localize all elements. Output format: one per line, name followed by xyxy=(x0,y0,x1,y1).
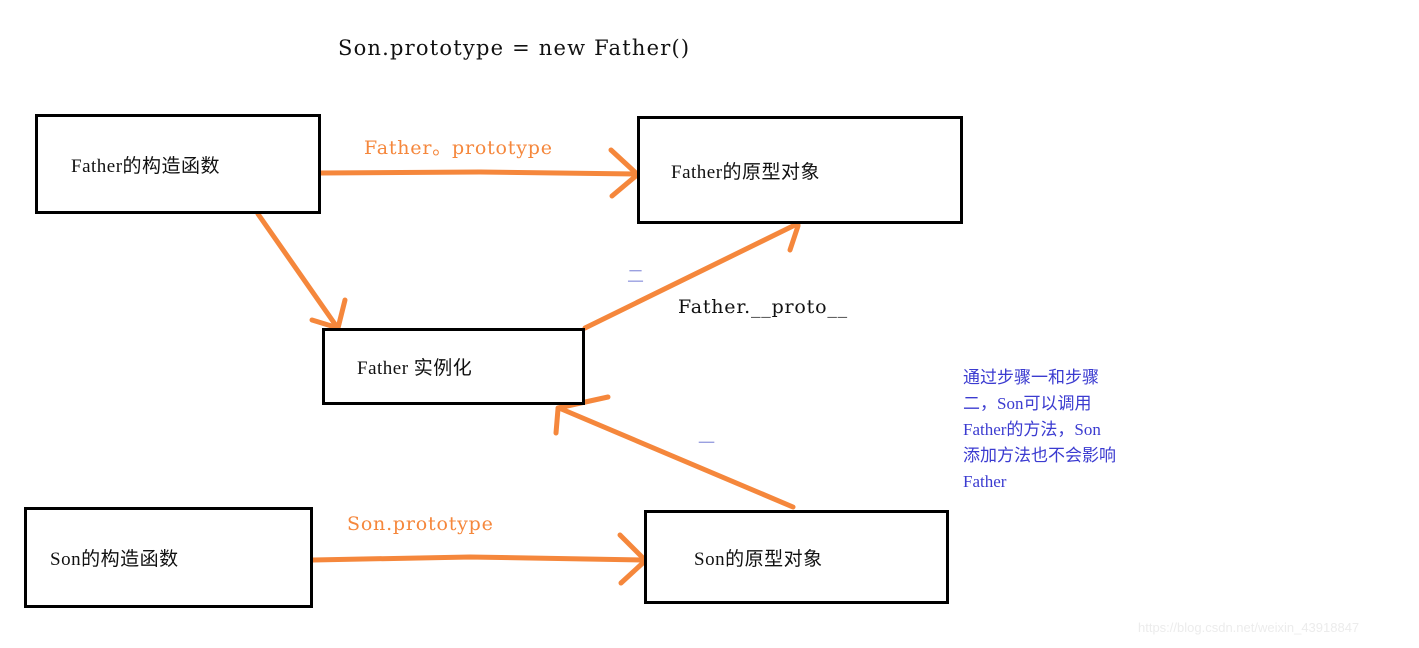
step-marker-two: 二 xyxy=(627,267,644,286)
arrow-new-father xyxy=(255,211,348,331)
edge-label-son-prototype: Son.prototype xyxy=(347,513,494,535)
node-son-prototype-label: Son的原型对象 xyxy=(694,548,823,570)
explanation-note: 通过步骤一和步骤 二，Son可以调用 Father的方法，Son 添加方法也不会… xyxy=(963,365,1145,495)
node-father-prototype[interactable]: Father的原型对象 xyxy=(637,116,963,224)
arrow-son-instance xyxy=(553,394,796,510)
edge-label-father-proto: Father.__proto__ xyxy=(678,296,848,318)
watermark: https://blog.csdn.net/weixin_43918847 xyxy=(1138,620,1360,635)
diagram-canvas: Son.prototype = new Father() Father的构造函数… xyxy=(0,0,1419,648)
node-son-prototype[interactable]: Son的原型对象 xyxy=(644,510,949,604)
diagram-title: Son.prototype = new Father() xyxy=(338,36,691,60)
note-line-4: 添加方法也不会影响 xyxy=(963,446,1116,465)
node-father-prototype-label: Father的原型对象 xyxy=(671,161,821,183)
arrow-son-prototype xyxy=(310,532,648,586)
node-father-constructor-label: Father的构造函数 xyxy=(71,155,221,177)
node-son-constructor[interactable]: Son的构造函数 xyxy=(24,507,313,608)
note-line-3: Father的方法，Son xyxy=(963,420,1101,439)
node-father-instance-label: Father 实例化 xyxy=(357,358,473,379)
note-line-5: Father xyxy=(963,472,1007,491)
node-father-instance[interactable]: Father 实例化 xyxy=(322,328,585,405)
node-son-constructor-label: Son的构造函数 xyxy=(50,549,179,570)
node-father-constructor[interactable]: Father的构造函数 xyxy=(35,114,321,214)
note-line-1: 通过步骤一和步骤 xyxy=(963,368,1099,387)
step-marker-one: 一 xyxy=(698,434,715,453)
note-line-2: 二，Son可以调用 xyxy=(963,394,1092,413)
edge-label-father-prototype: Father。prototype xyxy=(364,137,553,159)
